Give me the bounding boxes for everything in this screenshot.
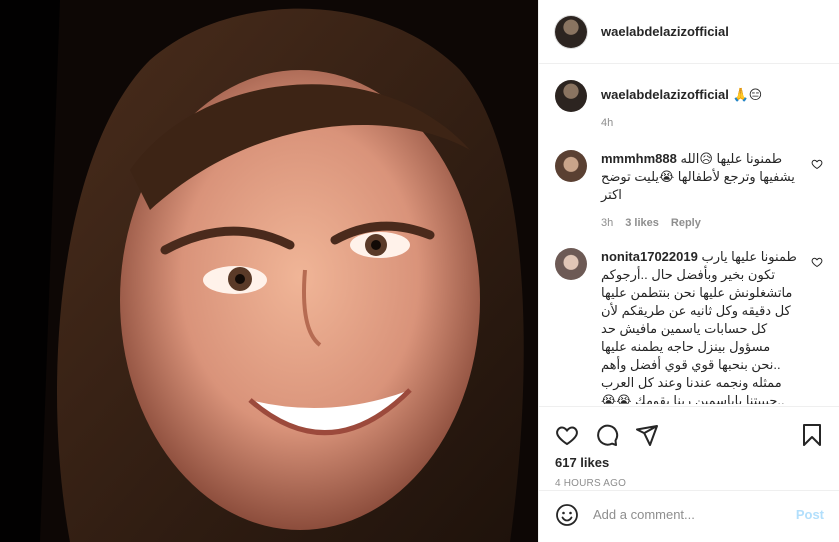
post-actions: 617 likes 4 HOURS AGO xyxy=(539,406,839,489)
emoji-icon[interactable] xyxy=(555,503,579,527)
author-avatar[interactable] xyxy=(555,15,587,48)
reply-button[interactable]: Reply xyxy=(671,214,701,232)
commenter-avatar[interactable] xyxy=(555,248,587,280)
caption-text: 🙏😑 xyxy=(732,87,763,102)
post-header: waelabdelazizofficial xyxy=(539,0,839,64)
portrait-image xyxy=(0,0,538,542)
share-icon[interactable] xyxy=(635,423,659,447)
comment-username[interactable]: mmmhm888 xyxy=(601,151,677,166)
bookmark-icon[interactable] xyxy=(800,423,824,447)
caption-username[interactable]: waelabdelazizofficial xyxy=(601,87,729,102)
commenter-avatar[interactable] xyxy=(555,150,587,182)
comment-like-icon[interactable] xyxy=(811,158,823,170)
comment-username[interactable]: nonita17022019 xyxy=(601,249,698,264)
comment-time[interactable]: 3h xyxy=(601,214,613,232)
post-sidebar: waelabdelazizofficial waelabdelazizoffic… xyxy=(538,0,839,542)
add-comment-bar: Post xyxy=(539,490,839,538)
caption-avatar[interactable] xyxy=(555,80,587,112)
comments-list[interactable]: waelabdelazizofficial 🙏😑 4h mmmhm888 طمن… xyxy=(539,64,839,404)
comment-item: nonita17022019 طمنونا عليها يارب تكون بخ… xyxy=(555,248,823,404)
post-photo[interactable] xyxy=(0,0,538,542)
caption: waelabdelazizofficial 🙏😑 4h xyxy=(555,80,823,132)
heart-icon[interactable] xyxy=(555,423,579,447)
likes-count[interactable]: 617 likes xyxy=(555,455,824,470)
comment-item: mmmhm888 طمنونا عليها 😥الله يشفيها وترجع… xyxy=(555,150,823,232)
author-username[interactable]: waelabdelazizofficial xyxy=(601,24,729,39)
comment-input[interactable] xyxy=(593,507,796,522)
comment-text: طمنونا عليها يارب تكون بخير وبأفضل حال .… xyxy=(601,249,797,404)
comment-like-icon[interactable] xyxy=(811,256,823,268)
post-time[interactable]: 4 HOURS AGO xyxy=(555,478,824,489)
caption-time[interactable]: 4h xyxy=(601,114,613,132)
comment-likes[interactable]: 3 likes xyxy=(625,214,659,232)
comment-icon[interactable] xyxy=(595,423,619,447)
post-button[interactable]: Post xyxy=(796,507,824,522)
